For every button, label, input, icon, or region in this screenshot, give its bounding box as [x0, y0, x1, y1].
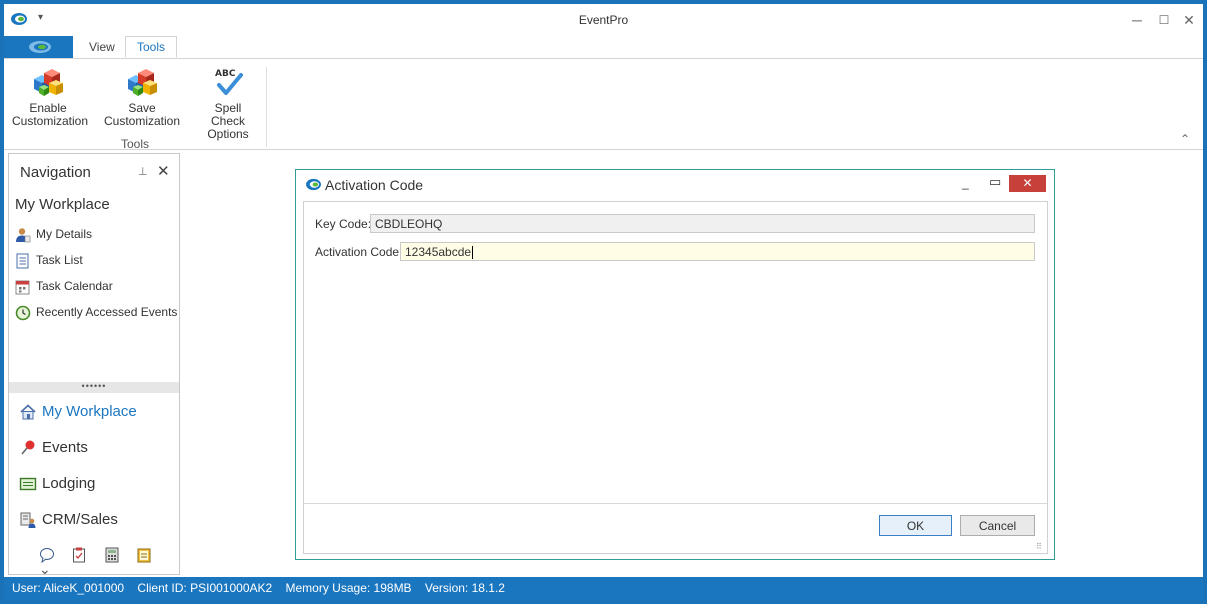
clock-icon	[15, 305, 31, 321]
nav-module-my-workplace[interactable]: My Workplace	[19, 400, 137, 424]
minimize-button[interactable]: ─	[1122, 9, 1152, 31]
dialog-logo-icon	[306, 178, 321, 191]
collapse-ribbon-icon[interactable]: ⌃	[1180, 132, 1190, 146]
file-menu-button[interactable]	[4, 36, 73, 58]
user-icon	[16, 228, 31, 243]
notes-icon[interactable]	[136, 547, 152, 563]
nav-module-toolbar: ⌄	[39, 547, 169, 576]
activation-code-dialog: Activation Code _ ▭ ✕ Key Code: CBDLEOHQ…	[295, 169, 1055, 560]
nav-section-title: My Workplace	[15, 196, 110, 213]
status-bar: User: AliceK_001000 Client ID: PSI001000…	[4, 577, 1203, 600]
nav-module-label: Events	[42, 439, 88, 456]
nav-item-label: Recently Accessed Events	[36, 305, 178, 319]
tab-tools[interactable]: Tools	[125, 36, 178, 58]
clipboard-check-icon[interactable]	[71, 547, 87, 563]
pin-icon[interactable]: ⊥	[138, 165, 148, 178]
pushpin-icon	[21, 440, 35, 455]
title-bar: ▾ EventPro ─ ☐ ✕	[4, 4, 1203, 36]
dialog-close-button[interactable]: ✕	[1009, 175, 1046, 192]
nav-module-label: Lodging	[42, 475, 96, 492]
abc-icon-text: ABC	[215, 69, 236, 79]
ok-button[interactable]: OK	[879, 515, 952, 536]
nav-module-label: My Workplace	[42, 403, 137, 420]
file-logo-icon	[29, 41, 51, 53]
nav-item-label: My Details	[36, 227, 93, 241]
save-customization-button[interactable]: Save Customization	[92, 65, 192, 128]
home-icon	[20, 404, 36, 420]
activation-code-label: Activation Code:	[315, 245, 403, 259]
enable-customization-button[interactable]: Enable Customization	[12, 65, 89, 128]
spell-check-options-button[interactable]: ABC Spell Check Options	[198, 65, 258, 141]
navigation-title: Navigation	[20, 164, 91, 181]
activation-code-input[interactable]: 12345abcde	[400, 242, 1035, 261]
status-version: Version: 18.1.2	[424, 581, 505, 595]
app-window: ▾ EventPro ─ ☐ ✕ View Tools Enable Custo…	[4, 4, 1203, 600]
calendar-icon	[15, 280, 30, 295]
nav-module-lodging[interactable]: Lodging	[19, 472, 95, 496]
status-user: User: AliceK_001000	[12, 581, 125, 595]
task-list-icon	[16, 253, 29, 269]
dialog-maximize-button[interactable]: ▭	[989, 174, 1001, 190]
dialog-footer-separator	[304, 503, 1047, 504]
cancel-button[interactable]: Cancel	[960, 515, 1035, 536]
ribbon-group-separator	[266, 67, 267, 147]
close-button[interactable]: ✕	[1174, 9, 1203, 31]
text-cursor	[472, 246, 474, 260]
nav-item-label: Task List	[36, 253, 83, 267]
dialog-minimize-button[interactable]: _	[962, 176, 969, 190]
ribbon-group-label: Tools	[120, 137, 149, 151]
enable-customization-label-2: Customization	[12, 114, 89, 128]
crm-icon	[20, 512, 36, 529]
key-code-label: Key Code:	[315, 217, 372, 231]
nav-module-label: CRM/Sales	[42, 511, 118, 528]
save-customization-label: Save Customization	[103, 101, 181, 128]
nav-splitter[interactable]: ••••••	[9, 382, 179, 393]
nav-item-recent-events[interactable]: Recently Accessed Events	[15, 302, 177, 322]
calculator-icon[interactable]	[104, 547, 120, 563]
key-code-field[interactable]: CBDLEOHQ	[370, 214, 1035, 233]
status-memory: Memory Usage: 198MB	[285, 581, 412, 595]
spell-check-label-1: Spell Check	[210, 101, 245, 128]
tab-view[interactable]: View	[78, 37, 126, 58]
cubes-icon	[125, 65, 159, 99]
navigation-pane: Navigation ⊥ ✕ My Workplace My Details T…	[8, 153, 180, 576]
nav-item-task-list[interactable]: Task List	[15, 250, 83, 270]
nav-module-crm-sales[interactable]: CRM/Sales	[19, 508, 118, 532]
close-nav-icon[interactable]: ✕	[157, 162, 170, 180]
ribbon-tab-row	[4, 36, 1203, 59]
activation-code-value: 12345abcde	[405, 245, 472, 259]
status-client-id: Client ID: PSI001000AK2	[137, 581, 273, 595]
nav-item-my-details[interactable]: My Details	[15, 224, 92, 244]
nav-module-events[interactable]: Events	[19, 436, 88, 460]
resize-grip-icon[interactable]: ⠿	[1036, 542, 1042, 551]
dialog-body: Key Code: CBDLEOHQ Activation Code: 1234…	[303, 201, 1048, 554]
abc-check-icon: ABC	[211, 65, 245, 99]
cubes-icon	[31, 65, 65, 99]
lodging-icon	[19, 477, 37, 491]
window-title: EventPro	[578, 13, 629, 27]
ribbon-panel: Enable Customization Save Customization …	[4, 59, 1203, 151]
dialog-title: Activation Code	[325, 177, 424, 193]
nav-item-task-calendar[interactable]: Task Calendar	[15, 276, 113, 296]
nav-item-label: Task Calendar	[36, 279, 113, 293]
